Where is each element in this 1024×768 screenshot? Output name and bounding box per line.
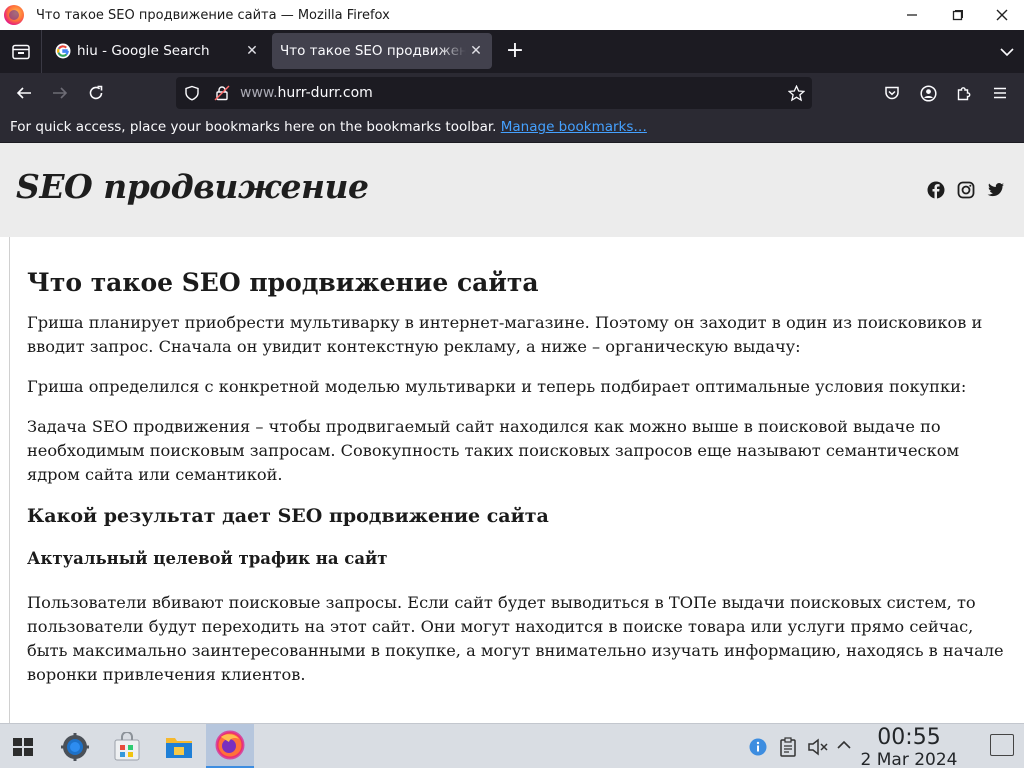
- hamburger-menu-icon: [994, 87, 1006, 99]
- firefox-view-icon: [11, 44, 30, 59]
- article-paragraph: Задача SEO продвижения – чтобы продвигае…: [27, 417, 960, 484]
- article-body: Что такое SEO продвижение сайта Гриша пл…: [27, 267, 1012, 703]
- instagram-icon[interactable]: [957, 181, 975, 199]
- tab-label: Что такое SEO продвижение сайта: [280, 43, 466, 59]
- pocket-button[interactable]: [880, 81, 904, 105]
- manage-bookmarks-link[interactable]: Manage bookmarks…: [501, 119, 647, 135]
- close-icon: [996, 9, 1007, 21]
- app-menu-button[interactable]: [988, 81, 1012, 105]
- extensions-button[interactable]: [952, 81, 976, 105]
- chevron-up-icon[interactable]: [837, 740, 851, 750]
- start-menu-icon: [13, 737, 33, 756]
- clock-time: 00:55: [877, 725, 941, 750]
- puzzle-piece-icon: [957, 87, 971, 101]
- software-store-icon: [114, 731, 140, 760]
- tracking-protection-shield-icon[interactable]: [184, 85, 200, 101]
- forward-button[interactable]: [48, 81, 72, 105]
- account-button[interactable]: [916, 81, 940, 105]
- reload-icon: [89, 85, 103, 100]
- tab-close-button[interactable]: ✕: [466, 43, 486, 59]
- bookmarks-toolbar: For quick access, place your bookmarks h…: [0, 113, 1024, 143]
- firefox-logo-icon: [4, 5, 24, 25]
- taskbar-file-manager[interactable]: [156, 724, 202, 768]
- site-logo[interactable]: SEO продвижение: [16, 167, 369, 206]
- arrow-right-icon: [53, 87, 68, 99]
- minimize-button[interactable]: [889, 0, 934, 30]
- start-menu-button[interactable]: [0, 724, 46, 768]
- address-bar[interactable]: www.hurr-durr.com: [176, 77, 812, 109]
- site-header: SEO продвижение: [0, 143, 1024, 237]
- taskbar-firefox[interactable]: [206, 724, 254, 768]
- list-all-tabs-button[interactable]: [1000, 42, 1014, 61]
- tab-google-search[interactable]: hiu - Google Search ✕: [46, 33, 268, 69]
- account-icon: [919, 84, 937, 102]
- tab-seo-article[interactable]: Что такое SEO продвижение сайта ✕: [272, 33, 492, 69]
- google-g-icon: [55, 43, 71, 59]
- bookmarks-hint-text: For quick access, place your bookmarks h…: [10, 119, 497, 135]
- taskbar: 00:55 2 Mar 2024: [0, 723, 1024, 768]
- bookmark-star-icon[interactable]: [788, 85, 805, 102]
- article-title: Что такое SEO продвижение сайта: [27, 268, 539, 297]
- window-titlebar: Что такое SEO продвижение сайта — Mozill…: [0, 0, 1024, 30]
- url-text[interactable]: www.hurr-durr.com: [240, 85, 373, 101]
- system-settings-icon: [61, 732, 89, 761]
- chevron-down-icon: [1000, 48, 1014, 57]
- taskbar-system-settings[interactable]: [52, 724, 98, 768]
- content-left-border: [9, 237, 10, 723]
- tab-label: hiu - Google Search: [77, 43, 210, 59]
- insecure-lock-icon[interactable]: [214, 85, 230, 101]
- back-button[interactable]: [12, 81, 36, 105]
- subsection-heading: Актуальный целевой трафик на сайт: [27, 549, 388, 568]
- arrow-left-icon: [16, 87, 31, 99]
- file-manager-icon: [166, 737, 192, 758]
- close-window-button[interactable]: [979, 0, 1024, 30]
- maximize-icon: [952, 10, 963, 21]
- maximize-button[interactable]: [934, 0, 979, 30]
- volume-muted-icon[interactable]: [807, 738, 829, 756]
- updates-info-icon[interactable]: [749, 738, 767, 756]
- article-paragraph: Гриша определился с конкретной моделью м…: [27, 377, 967, 396]
- article-paragraph: Гриша планирует приобрести мультиварку в…: [27, 313, 983, 356]
- clipboard-icon[interactable]: [779, 737, 797, 757]
- window-title: Что такое SEO продвижение сайта — Mozill…: [36, 7, 390, 23]
- section-heading: Какой результат дает SEO продвижение сай…: [27, 505, 549, 527]
- new-tab-button[interactable]: +: [504, 38, 526, 64]
- tab-close-button[interactable]: ✕: [242, 43, 262, 59]
- clock-date: 2 Mar 2024: [860, 750, 958, 768]
- twitter-icon[interactable]: [987, 181, 1005, 199]
- pocket-icon: [885, 86, 899, 100]
- minimize-icon: [906, 14, 917, 16]
- firefox-icon: [215, 730, 245, 760]
- show-desktop-button[interactable]: [990, 734, 1014, 756]
- facebook-icon[interactable]: [927, 181, 945, 199]
- clock[interactable]: 00:55 2 Mar 2024: [854, 724, 964, 768]
- taskbar-software-store[interactable]: [104, 724, 150, 768]
- firefox-view-button[interactable]: [0, 30, 42, 73]
- navigation-toolbar: www.hurr-durr.com: [0, 73, 1024, 113]
- article-paragraph: Пользователи вбивают поисковые запросы. …: [27, 593, 1004, 684]
- page-viewport[interactable]: SEO продвижение Что такое SEO продвижени…: [0, 143, 1024, 723]
- reload-button[interactable]: [84, 81, 108, 105]
